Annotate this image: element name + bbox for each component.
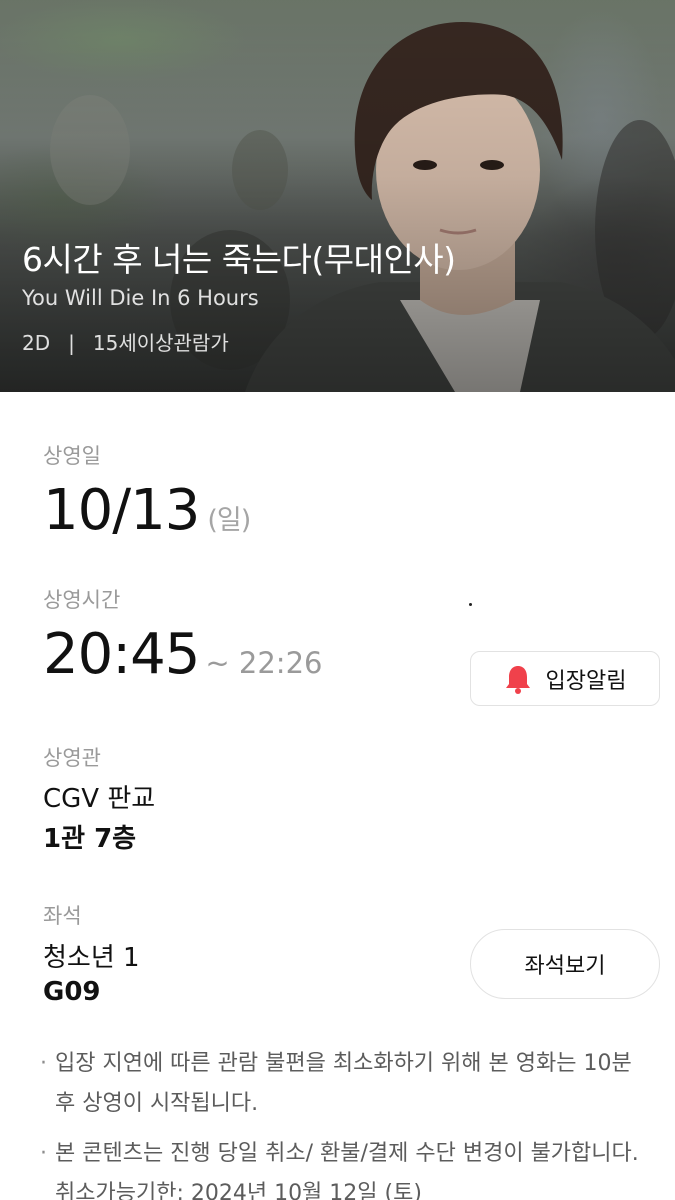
- theater-name: CGV 판교: [43, 784, 156, 814]
- view-seat-button[interactable]: 좌석보기: [470, 929, 660, 999]
- seat-number: G09: [43, 977, 101, 1007]
- theater-label: 상영관: [43, 746, 101, 770]
- notice-bullet: ·: [40, 1051, 47, 1076]
- date-value: 10/13: [43, 478, 200, 543]
- entry-alarm-label: 입장알림: [545, 668, 627, 694]
- entry-alarm-button[interactable]: 입장알림: [470, 651, 660, 706]
- movie-english-title: You Will Die In 6 Hours: [22, 286, 259, 310]
- notice-item: · 본 콘텐츠는 진행 당일 취소/ 환불/결제 수단 변경이 불가합니다. 취…: [40, 1134, 650, 1200]
- screening-time: 20:45 ~ 22:26: [43, 622, 322, 687]
- date-label: 상영일: [43, 444, 101, 468]
- time-label: 상영시간: [43, 588, 121, 612]
- movie-poster: 6시간 후 너는 죽는다(무대인사) You Will Die In 6 Hou…: [0, 0, 675, 392]
- notice-text: 입장 지연에 따른 관람 불편을 최소화하기 위해 본 영화는 10분 후 상영…: [55, 1051, 632, 1116]
- end-time: ~ 22:26: [205, 646, 323, 680]
- meta-separator: |: [68, 331, 75, 355]
- notice-bullet: ·: [40, 1141, 47, 1166]
- notice-item: · 입장 지연에 따른 관람 불편을 최소화하기 위해 본 영화는 10분 후 …: [40, 1044, 650, 1124]
- screening-date: 10/13 (일): [43, 478, 251, 543]
- seat-label: 좌석: [43, 904, 82, 928]
- stray-dot: [469, 603, 472, 606]
- movie-rating: 15세이상관람가: [92, 331, 229, 355]
- start-time: 20:45: [43, 622, 200, 687]
- movie-format: 2D: [22, 331, 51, 355]
- notice-text: 본 콘텐츠는 진행 당일 취소/ 환불/결제 수단 변경이 불가합니다. 취소가…: [55, 1141, 639, 1200]
- bell-icon: [505, 665, 530, 694]
- date-weekday: (일): [207, 505, 251, 536]
- movie-title: 6시간 후 너는 죽는다(무대인사): [22, 240, 456, 279]
- seat-type: 청소년 1: [43, 943, 140, 973]
- movie-meta: 2D | 15세이상관람가: [22, 327, 229, 356]
- screen-floor: 1관 7층: [43, 824, 137, 854]
